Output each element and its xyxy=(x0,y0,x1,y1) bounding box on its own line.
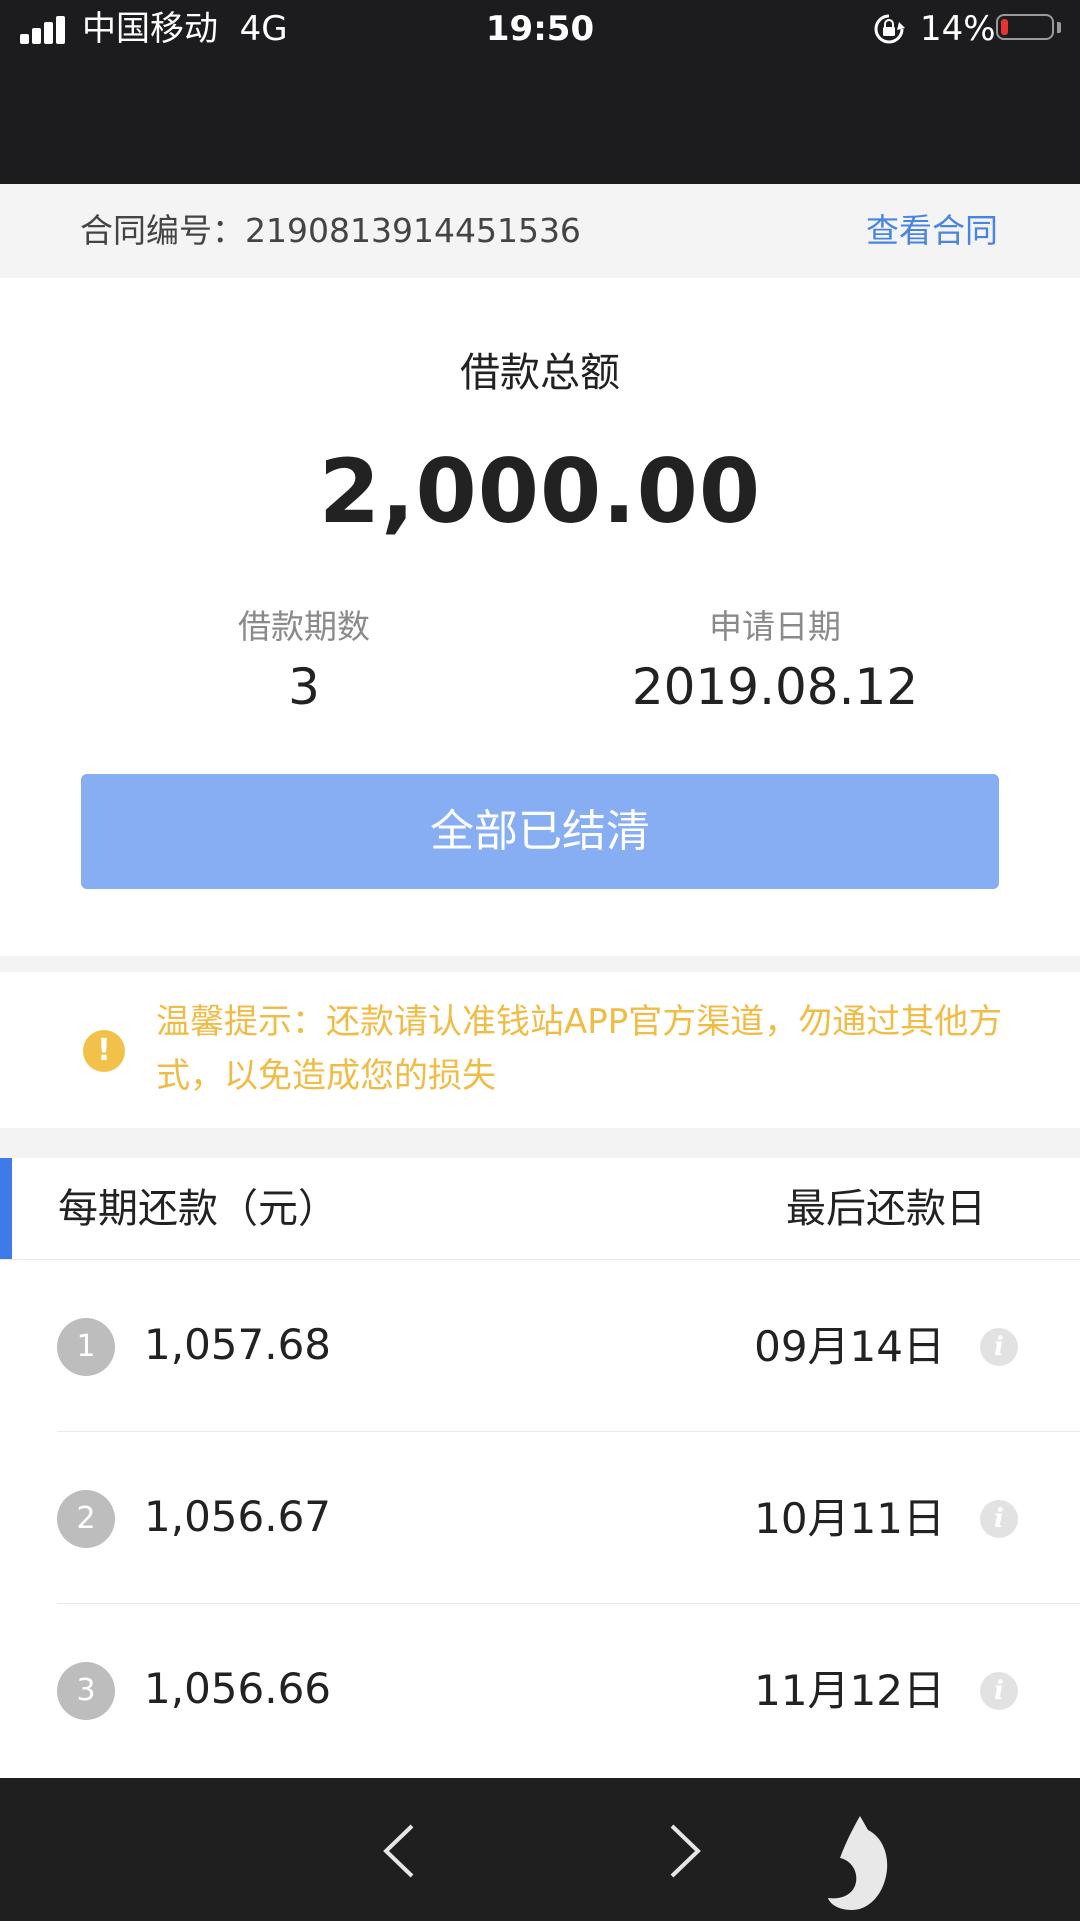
apply-date-label: 申请日期 xyxy=(709,607,841,646)
due-date-header: 最后还款日 xyxy=(786,1186,986,1232)
battery-icon xyxy=(996,14,1054,40)
table-row: 3 1,056.66 11月12日 i xyxy=(0,1604,1080,1776)
installment-due-date: 10月11日 xyxy=(754,1494,945,1543)
back-arrow-icon[interactable] xyxy=(378,1820,420,1882)
clock: 19:50 xyxy=(485,9,595,49)
installment-amount: 1,056.66 xyxy=(144,1664,332,1713)
loan-total-amount: 2,000.00 xyxy=(318,440,762,543)
installment-header: 每期还款（元） xyxy=(58,1186,338,1232)
section-divider xyxy=(0,1128,1080,1158)
cat-logo-icon xyxy=(828,1816,888,1910)
bottom-navigation-bar xyxy=(0,1778,1080,1921)
info-icon[interactable]: i xyxy=(980,1500,1018,1538)
info-icon[interactable]: i xyxy=(980,1672,1018,1710)
contract-number-text: 合同编号：2190813914451536 xyxy=(80,184,581,278)
installment-number-badge: 2 xyxy=(57,1490,115,1548)
contract-number: 2190813914451536 xyxy=(245,211,581,250)
installment-amount: 1,057.68 xyxy=(144,1320,332,1369)
contract-label: 合同编号： xyxy=(80,211,245,250)
table-row: 2 1,056.67 10月11日 i xyxy=(0,1432,1080,1604)
view-contract-link[interactable]: 查看合同 xyxy=(866,184,998,278)
loan-total-title: 借款总额 xyxy=(460,350,620,396)
battery-tip xyxy=(1057,22,1061,33)
installment-due-date: 11月12日 xyxy=(754,1666,945,1715)
section-divider xyxy=(0,956,1080,972)
warm-tip-text: 温馨提示：还款请认准钱站APP官方渠道，勿通过其他方式，以免造成您的损失 xyxy=(156,1002,1003,1096)
all-settled-button[interactable]: 全部已结清 xyxy=(81,774,999,889)
table-row: 1 1,057.68 09月14日 i xyxy=(0,1260,1080,1432)
installment-amount: 1,056.67 xyxy=(144,1492,332,1541)
installment-number-badge: 3 xyxy=(57,1662,115,1720)
loan-terms-value: 3 xyxy=(288,658,320,716)
info-icon[interactable]: i xyxy=(980,1328,1018,1366)
exclamation-icon: ! xyxy=(83,1030,125,1072)
status-bar: 中国移动 4G 19:50 14% xyxy=(0,0,1080,60)
battery-level xyxy=(1001,19,1008,35)
rotation-lock-icon xyxy=(874,14,905,44)
forward-arrow-icon[interactable] xyxy=(664,1820,706,1882)
apply-date-value: 2019.08.12 xyxy=(631,658,919,716)
installment-due-date: 09月14日 xyxy=(754,1322,945,1371)
loan-terms-label: 借款期数 xyxy=(238,607,370,646)
battery-percent: 14% xyxy=(920,9,996,49)
section-accent-bar xyxy=(0,1158,12,1260)
installment-number-badge: 1 xyxy=(57,1318,115,1376)
